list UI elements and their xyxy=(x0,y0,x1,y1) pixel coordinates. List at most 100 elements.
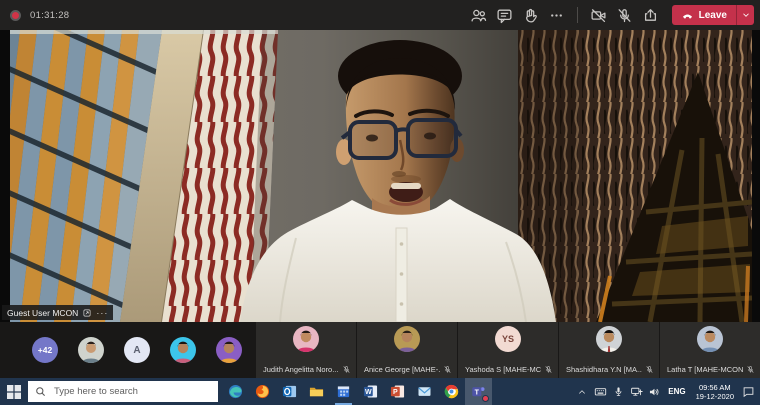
mail-app-button[interactable] xyxy=(411,378,438,405)
toolbar-divider xyxy=(577,7,578,23)
raise-hand-button[interactable] xyxy=(522,7,539,24)
language-indicator[interactable]: ENG xyxy=(664,387,689,396)
meeting-timer: 01:31:28 xyxy=(30,10,69,21)
participant-avatar xyxy=(596,326,622,352)
powerpoint-app-button[interactable]: P xyxy=(384,378,411,405)
participant-tile[interactable]: Latha T [MAHE-MCON] xyxy=(660,322,760,378)
more-options-button[interactable] xyxy=(548,7,565,24)
participant-name: Yashoda S [MAHE-MC... xyxy=(465,365,541,374)
overflow-avatars: +42 A xyxy=(0,322,256,378)
calendar-app-button[interactable] xyxy=(330,378,357,405)
participant-tile[interactable]: Shashidhara Y.N [MA... xyxy=(559,322,659,378)
firefox-icon xyxy=(255,384,270,399)
svg-text:T: T xyxy=(475,389,480,396)
participant-name: Anice George [MAHE-... xyxy=(364,365,440,374)
share-screen-button[interactable] xyxy=(642,7,659,24)
svg-text:W: W xyxy=(365,389,372,396)
taskbar-search[interactable] xyxy=(28,381,218,402)
mic-icon xyxy=(613,386,624,397)
edge-app-button[interactable] xyxy=(222,378,249,405)
chevron-down-icon xyxy=(741,10,751,20)
avatar-photo-icon xyxy=(697,326,723,352)
outlook-icon xyxy=(282,384,297,399)
teams-meeting-window: 01:31:28 xyxy=(0,0,760,405)
teams-app-button[interactable]: T xyxy=(465,378,492,405)
participant-initials: YS xyxy=(502,334,514,344)
search-input[interactable] xyxy=(52,385,211,398)
network-icon xyxy=(630,385,643,398)
participant-name: Judith Angelitta Noro... xyxy=(263,365,339,374)
notification-dot xyxy=(482,395,489,402)
more-icon xyxy=(548,7,565,24)
edge-icon xyxy=(228,384,243,399)
tray-chevron-button[interactable] xyxy=(574,378,590,405)
leave-split-button: Leave xyxy=(672,5,754,25)
word-app-button[interactable]: W xyxy=(357,378,384,405)
network-button[interactable] xyxy=(628,378,644,405)
system-tray: ENG 09:56 AM 19-12-2020 xyxy=(574,378,760,405)
speaker-icon xyxy=(648,386,660,398)
participant-tile[interactable]: Anice George [MAHE-... xyxy=(357,322,457,378)
camera-off-icon xyxy=(590,7,607,24)
muted-mic-icon xyxy=(544,365,553,374)
powerpoint-icon: P xyxy=(390,384,405,399)
people-icon xyxy=(470,7,487,24)
participant-avatar[interactable] xyxy=(216,337,242,363)
record-icon xyxy=(10,10,21,21)
tray-date: 19-12-2020 xyxy=(696,392,734,401)
meeting-toolbar: 01:31:28 xyxy=(0,0,760,30)
mic-toggle-button[interactable] xyxy=(616,7,633,24)
clock[interactable]: 09:56 AM 19-12-2020 xyxy=(692,383,738,401)
participant-avatar xyxy=(293,326,319,352)
participant-avatar[interactable] xyxy=(78,337,104,363)
named-participant-tiles: Judith Angelitta Noro... Anice George [M… xyxy=(256,322,760,378)
avatar-photo-icon xyxy=(394,326,420,352)
overflow-count-badge[interactable]: +42 xyxy=(32,337,58,363)
calendar-icon xyxy=(336,384,351,399)
raised-hand-icon xyxy=(522,7,539,24)
participant-name: Shashidhara Y.N [MA... xyxy=(566,365,642,374)
avatar-photo-icon xyxy=(170,337,196,363)
chrome-app-button[interactable] xyxy=(438,378,465,405)
camera-toggle-button[interactable] xyxy=(590,7,607,24)
muted-mic-icon xyxy=(645,365,654,374)
tray-mic-button[interactable] xyxy=(610,378,626,405)
participant-tile[interactable]: YS Yashoda S [MAHE-MC... xyxy=(458,322,558,378)
main-video-stage[interactable]: Guest User MCON ··· xyxy=(0,30,760,322)
recording-indicator: 01:31:28 xyxy=(10,10,69,21)
participant-avatar[interactable] xyxy=(170,337,196,363)
word-icon: W xyxy=(363,384,378,399)
call-controls xyxy=(470,0,659,30)
start-button[interactable] xyxy=(0,378,28,405)
firefox-app-button[interactable] xyxy=(249,378,276,405)
participant-avatar xyxy=(697,326,723,352)
speaker-video-feed xyxy=(10,30,752,322)
mic-off-icon xyxy=(616,7,633,24)
muted-mic-icon xyxy=(746,365,755,374)
tray-time: 09:56 AM xyxy=(699,383,731,392)
avatar-photo-icon xyxy=(78,337,104,363)
participant-name: Latha T [MAHE-MCON] xyxy=(667,365,743,374)
file-explorer-app-button[interactable] xyxy=(303,378,330,405)
leave-button[interactable]: Leave xyxy=(672,5,736,25)
windows-logo-icon xyxy=(7,385,21,399)
chat-button[interactable] xyxy=(496,7,513,24)
participant-tile[interactable]: Judith Angelitta Noro... xyxy=(256,322,356,378)
leave-options-button[interactable] xyxy=(736,5,754,25)
action-center-button[interactable] xyxy=(740,378,756,405)
search-icon xyxy=(35,386,46,397)
pinned-apps: W P xyxy=(222,378,492,405)
participants-button[interactable] xyxy=(470,7,487,24)
touch-keyboard-button[interactable] xyxy=(592,378,608,405)
speaker-name-label: Guest User MCON xyxy=(7,308,78,318)
initials-avatar[interactable]: A xyxy=(124,337,150,363)
leave-button-label: Leave xyxy=(699,10,727,21)
outlook-app-button[interactable] xyxy=(276,378,303,405)
folder-icon xyxy=(309,384,324,399)
pin-icon xyxy=(82,308,92,318)
tile-more-icon[interactable]: ··· xyxy=(96,309,108,317)
volume-button[interactable] xyxy=(646,378,662,405)
avatar-photo-icon xyxy=(596,326,622,352)
chat-icon xyxy=(496,7,513,24)
muted-mic-icon xyxy=(342,365,351,374)
